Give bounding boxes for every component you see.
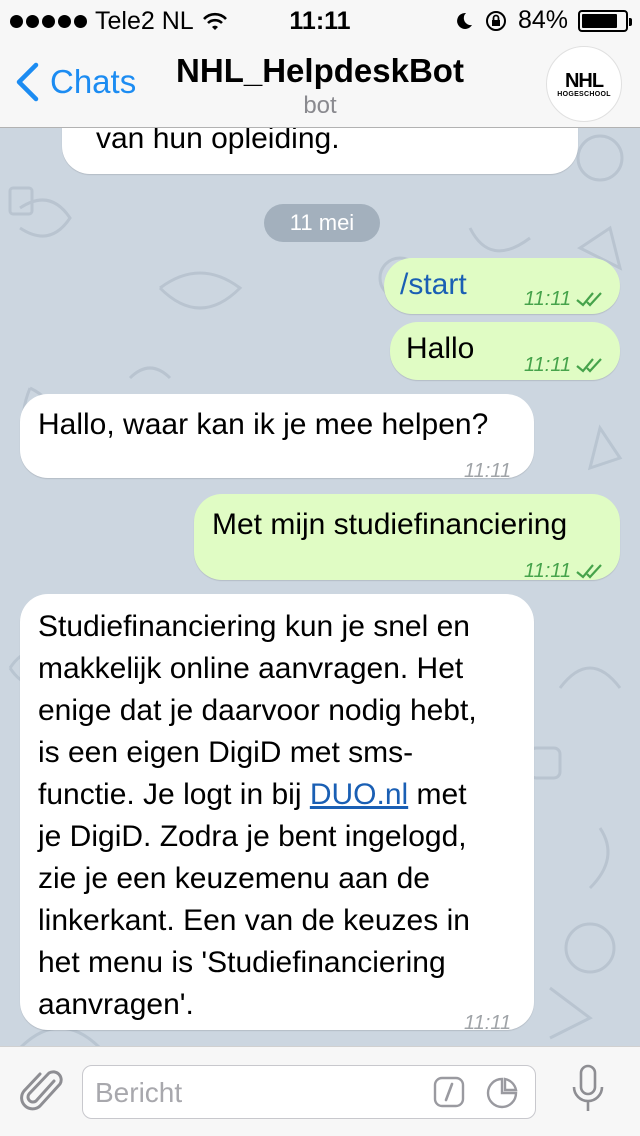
message-time: 11:11 — [524, 288, 572, 310]
message-incoming-partial[interactable]: van hun opleiding. — [62, 128, 578, 174]
message-text: van hun opleiding. — [96, 128, 340, 155]
message-line: makkelijk online aanvragen. Het — [38, 652, 464, 685]
battery-icon — [578, 9, 632, 32]
moon-icon — [457, 12, 472, 29]
message-status: 11:11 — [524, 278, 609, 320]
message-input[interactable] — [93, 1072, 417, 1114]
message-outgoing[interactable]: Met mijn studiefinanciering 11:11 — [194, 494, 620, 582]
double-check-icon — [576, 292, 602, 307]
microphone-icon[interactable] — [570, 1063, 606, 1119]
message-status: 11:11 — [524, 550, 609, 592]
message-text: Hallo, waar kan ik je mee helpen? — [38, 408, 489, 441]
message-body: Studiefinanciering kun je snel en makkel… — [38, 606, 528, 1026]
chat-title[interactable]: NHL_HelpdeskBot — [0, 52, 640, 90]
message-line: functie. Je logt in bij DUO.nl met — [38, 774, 528, 816]
message-line: Studiefinanciering kun je snel en — [38, 610, 470, 643]
date-separator: 11 mei — [264, 204, 380, 242]
orientation-lock-icon — [485, 10, 506, 31]
message-line: aanvragen'. — [38, 988, 194, 1021]
message-line: zie je een keuzemenu aan de — [38, 862, 430, 895]
bot-avatar[interactable]: NHL HOGESCHOOL — [546, 46, 622, 122]
message-incoming[interactable]: Hallo, waar kan ik je mee helpen? 11:11 — [20, 394, 534, 482]
chat-subtitle: bot — [303, 92, 337, 119]
double-check-icon — [576, 564, 602, 579]
double-check-icon — [576, 358, 602, 373]
message-line: het menu is 'Studiefinanciering — [38, 946, 446, 979]
message-field[interactable] — [82, 1065, 536, 1119]
sticker-icon[interactable] — [485, 1076, 519, 1110]
message-time: 11:11 — [464, 1012, 512, 1034]
message-line: linkerkant. Een van de keuzes in — [38, 904, 470, 937]
status-right: 84% — [454, 6, 632, 35]
avatar-logo-text: NHL — [564, 69, 604, 92]
message-incoming[interactable]: Studiefinanciering kun je snel en makkel… — [20, 594, 534, 1034]
chat-area[interactable]: van hun opleiding. 11 mei /start 11:11 H… — [0, 128, 640, 1046]
navigation-bar: Chats NHL_HelpdeskBot bot NHL HOGESCHOOL — [0, 40, 640, 128]
battery-percent: 84% — [517, 6, 568, 34]
paperclip-icon[interactable] — [20, 1067, 64, 1117]
avatar-logo-subtext: HOGESCHOOL — [557, 90, 611, 98]
message-line: is een eigen DigiD met sms- — [38, 736, 414, 769]
message-text-fragment: met — [416, 778, 467, 811]
duo-link[interactable]: DUO.nl — [310, 778, 408, 811]
message-text[interactable]: /start — [400, 264, 467, 306]
message-outgoing[interactable]: /start 11:11 — [384, 258, 620, 314]
message-time: 11:11 — [524, 560, 572, 582]
message-time: 11:11 — [464, 460, 512, 482]
message-text-fragment: functie. Je logt in bij — [38, 778, 302, 811]
message-outgoing[interactable]: Hallo 11:11 — [390, 322, 620, 380]
message-text: Met mijn studiefinanciering — [212, 508, 568, 541]
bot-commands-icon[interactable] — [433, 1076, 465, 1108]
status-bar: Tele2 NL 11:11 84% — [0, 0, 640, 40]
message-line: enige dat je daarvoor nodig hebt, — [38, 694, 477, 727]
battery-fill — [582, 13, 617, 28]
message-time: 11:11 — [524, 354, 572, 376]
message-input-bar — [0, 1046, 640, 1136]
message-line: je DigiD. Zodra je bent ingelogd, — [38, 820, 467, 853]
message-text: Hallo — [406, 332, 475, 365]
message-status: 11:11 — [524, 344, 609, 386]
